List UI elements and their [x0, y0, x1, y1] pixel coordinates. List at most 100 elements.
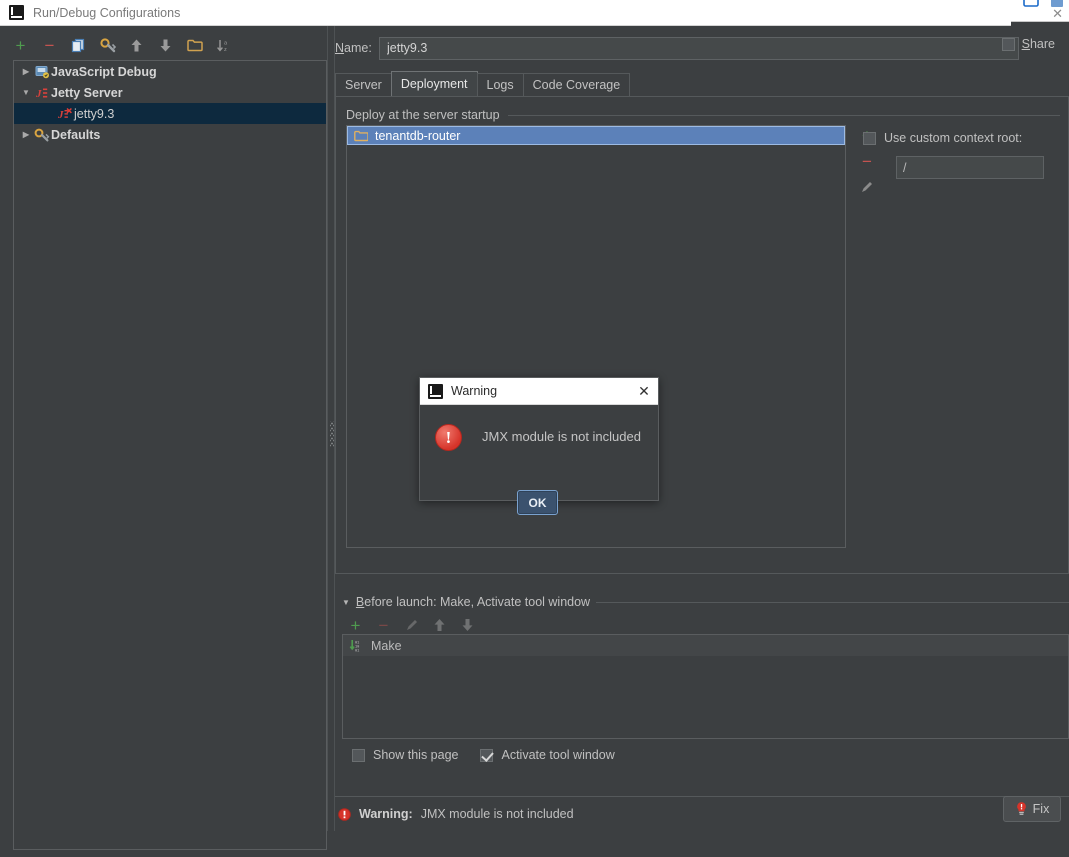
sort-alphabetical-icon: az — [217, 39, 228, 53]
before-launch-task-label: Make — [371, 638, 402, 653]
warning-dialog-titlebar: Warning ✕ — [420, 378, 658, 405]
browser-close-icon[interactable]: ✕ — [1052, 7, 1063, 20]
svg-text:a: a — [224, 40, 228, 46]
edit-before-launch-task-button[interactable] — [403, 617, 420, 634]
splitter-grip-icon[interactable] — [330, 421, 334, 447]
activate-tool-window-row[interactable]: Activate tool window — [480, 748, 615, 762]
section-rule — [507, 114, 1060, 116]
before-launch-task-item[interactable]: 01 10 01 Make — [343, 635, 1068, 656]
pencil-icon — [406, 620, 417, 630]
share-label: Share — [1021, 37, 1055, 51]
context-root-checkbox-row[interactable]: Use custom context root: — [863, 131, 1063, 145]
tree-item-label: Jetty Server — [51, 85, 123, 100]
activate-tool-window-checkbox[interactable] — [480, 748, 494, 762]
context-root-input[interactable] — [896, 156, 1044, 179]
tree-item-defaults[interactable]: ▶ Defaults — [14, 124, 326, 145]
minus-icon: − — [378, 615, 389, 635]
deploy-section-label: Deploy at the server startup — [346, 108, 500, 122]
copy-configuration-button[interactable] — [70, 37, 87, 54]
svg-text:z: z — [224, 47, 227, 53]
before-launch-toolbar: + − — [347, 614, 476, 636]
add-before-launch-task-button[interactable]: + — [347, 617, 364, 634]
edit-artifact-button[interactable] — [858, 178, 876, 196]
before-launch-title-row[interactable]: ▼ Before launch: Make, Activate tool win… — [342, 595, 1069, 609]
jetty-config-icon: J — [56, 107, 74, 121]
share-checkbox[interactable] — [1001, 37, 1015, 51]
show-this-page-checkbox[interactable] — [352, 748, 365, 762]
add-configuration-button[interactable]: + — [12, 37, 29, 54]
fix-button[interactable]: Fix — [1003, 796, 1061, 822]
status-divider — [335, 796, 1069, 797]
tree-item-label: Defaults — [51, 127, 101, 142]
deployment-item-label: tenantdb-router — [375, 128, 461, 143]
status-warning: Warning: JMX module is not included — [338, 807, 574, 821]
chevron-right-icon[interactable]: ▶ — [19, 130, 33, 139]
intellij-idea-logo-icon — [428, 383, 445, 399]
show-this-page-label: Show this page — [373, 748, 459, 762]
warning-dialog-title: Warning — [451, 384, 498, 398]
run-debug-configurations-dialog: ✕ Run/Debug Configurations + − a z ▶ Jav… — [0, 0, 1069, 857]
arrow-up-icon — [131, 39, 142, 51]
tree-item-jetty-server[interactable]: ▼ J Jetty Server — [14, 82, 326, 103]
name-label: Name: — [335, 41, 372, 55]
tree-item-javascript-debug[interactable]: ▶ JavaScript Debug — [14, 61, 326, 82]
warning-exclamation-icon — [338, 807, 351, 821]
move-down-button[interactable] — [157, 37, 174, 54]
tab-server[interactable]: Server — [335, 73, 392, 96]
lightbulb-warning-icon — [1016, 802, 1026, 815]
tree-item-label: jetty9.3 — [74, 106, 115, 121]
move-task-down-button[interactable] — [459, 617, 476, 634]
plus-icon: + — [15, 35, 26, 55]
configuration-tabs[interactable]: Server Deployment Logs Code Coverage — [335, 71, 1069, 96]
tree-item-label: JavaScript Debug — [51, 64, 157, 79]
move-up-button[interactable] — [128, 37, 145, 54]
error-exclamation-icon: ! — [435, 424, 462, 451]
edit-defaults-button[interactable] — [99, 37, 116, 54]
move-task-up-button[interactable] — [431, 617, 448, 634]
context-root-group: Use custom context root: — [863, 131, 1063, 179]
svg-text:01: 01 — [355, 649, 359, 652]
share-checkbox-row[interactable]: Share — [1001, 37, 1055, 51]
arrow-down-icon — [160, 39, 171, 51]
warning-dialog-ok-button[interactable]: OK — [517, 490, 558, 515]
close-icon[interactable]: ✕ — [636, 383, 652, 399]
folder-icon — [186, 39, 203, 52]
copy-icon — [71, 38, 85, 52]
warning-dialog: Warning ✕ ! JMX module is not included O… — [419, 377, 659, 515]
section-rule — [596, 601, 1069, 603]
before-launch-task-list[interactable]: 01 10 01 Make — [342, 634, 1069, 739]
before-launch-options: Show this page Activate tool window — [352, 748, 615, 762]
chevron-down-icon[interactable]: ▼ — [19, 88, 33, 97]
jetty-server-icon: J — [33, 86, 51, 100]
chevron-down-icon[interactable]: ▼ — [342, 598, 350, 607]
pencil-icon — [862, 182, 872, 192]
deploy-section-title: Deploy at the server startup — [346, 108, 1060, 122]
warning-dialog-message: JMX module is not included — [482, 429, 641, 444]
status-warning-message: JMX module is not included — [420, 807, 574, 821]
chevron-right-icon[interactable]: ▶ — [19, 67, 33, 76]
remove-configuration-button[interactable]: − — [41, 37, 58, 54]
name-input[interactable] — [379, 36, 1019, 60]
sort-configurations-button[interactable]: az — [215, 37, 232, 54]
tree-item-jetty93[interactable]: J jetty9.3 — [14, 103, 326, 124]
before-launch-title: Before launch: Make, Activate tool windo… — [355, 595, 591, 609]
deployment-list-item[interactable]: tenantdb-router — [347, 126, 845, 145]
remove-before-launch-task-button[interactable]: − — [375, 617, 392, 634]
configurations-tree[interactable]: ▶ JavaScript Debug ▼ J Jetty Server J je… — [13, 60, 327, 850]
javascript-debug-icon — [33, 65, 51, 79]
intellij-idea-logo-icon — [9, 5, 26, 20]
pane-splitter[interactable] — [327, 26, 335, 831]
name-row: Name: — [335, 36, 1069, 60]
defaults-wrench-icon — [33, 128, 51, 142]
create-folder-button[interactable] — [186, 37, 203, 54]
status-warning-prefix: Warning: — [359, 807, 413, 821]
tab-code-coverage[interactable]: Code Coverage — [522, 73, 631, 96]
wrench-gear-icon — [99, 37, 116, 52]
arrow-down-icon — [462, 619, 473, 631]
show-this-page-row[interactable]: Show this page — [352, 748, 458, 762]
tab-deployment[interactable]: Deployment — [390, 71, 478, 96]
use-custom-context-root-label: Use custom context root: — [884, 131, 1023, 145]
arrow-up-icon — [434, 619, 445, 631]
tab-logs[interactable]: Logs — [476, 73, 524, 96]
use-custom-context-root-checkbox[interactable] — [863, 131, 876, 145]
